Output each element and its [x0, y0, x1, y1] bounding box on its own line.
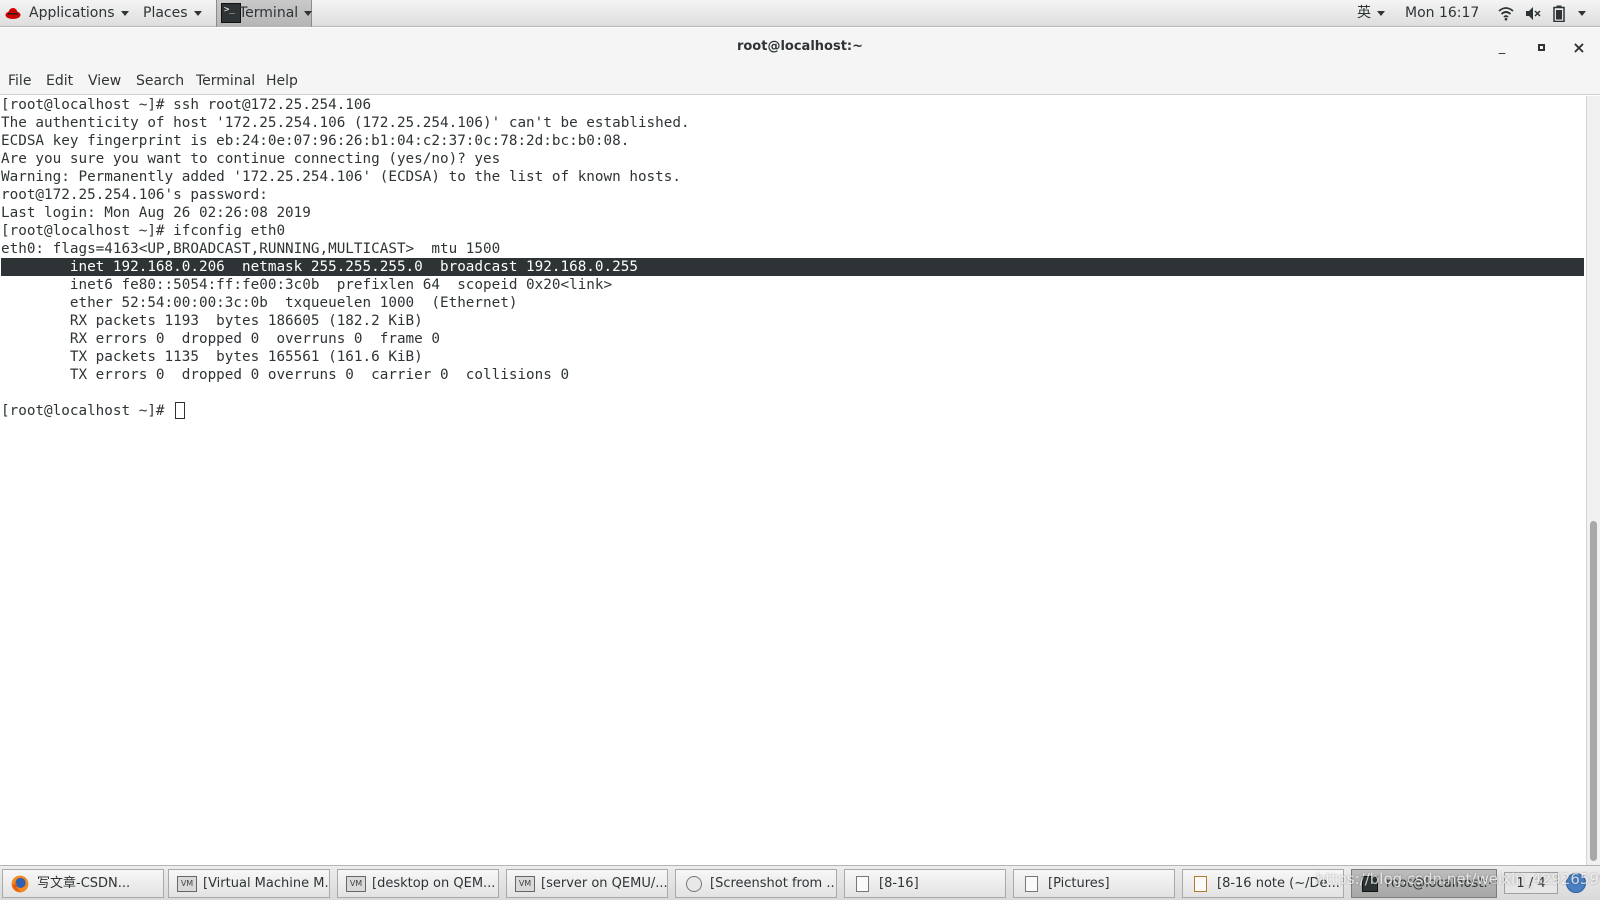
volume-muted-icon[interactable]	[1525, 6, 1542, 21]
menu-search[interactable]: Search	[136, 73, 184, 91]
applications-label: Applications	[29, 5, 115, 21]
input-method-label: 英	[1357, 5, 1371, 21]
terminal-line: root@172.25.254.106's password:	[1, 187, 268, 203]
text-editor-icon	[1194, 876, 1207, 892]
terminal-line: TX packets 1135 bytes 165561 (161.6 KiB)	[1, 349, 423, 365]
terminal-line: inet6 fe80::5054:ff:fe00:3c0b prefixlen …	[1, 277, 613, 293]
terminal-line: RX packets 1193 bytes 186605 (182.2 KiB)	[1, 313, 423, 329]
terminal-icon: >_	[221, 3, 241, 23]
chevron-down-icon	[120, 10, 129, 16]
image-viewer-icon	[686, 876, 702, 892]
task-screenshot[interactable]: [Screenshot from ...	[675, 869, 837, 898]
clock[interactable]: Mon 16:17	[1405, 0, 1479, 27]
menu-file[interactable]: File	[8, 73, 31, 91]
menu-help[interactable]: Help	[266, 73, 298, 91]
terminal-prompt: [root@localhost ~]#	[1, 403, 174, 419]
terminal-line: ECDSA key fingerprint is eb:24:0e:07:96:…	[1, 133, 630, 149]
terminal-line: [root@localhost ~]# ifconfig eth0	[1, 223, 286, 239]
terminal-line: Are you sure you want to continue connec…	[1, 151, 501, 167]
window-title-bar[interactable]: root@localhost:~ _ ×	[0, 28, 1600, 68]
menu-terminal[interactable]: Terminal	[196, 73, 255, 91]
terminal-line: ether 52:54:00:00:3c:0b txqueuelen 1000 …	[1, 295, 518, 311]
task-firefox[interactable]: 写文章-CSDN...	[2, 869, 164, 898]
chevron-down-icon	[193, 10, 202, 16]
task-desktop-vm[interactable]: VM [desktop on QEM...	[337, 869, 499, 898]
task-label: 写文章-CSDN...	[37, 876, 131, 891]
chevron-down-icon	[304, 10, 313, 16]
terminal-line: Last login: Mon Aug 26 02:26:08 2019	[1, 205, 311, 221]
task-label: [Screenshot from ...	[710, 876, 837, 891]
maximize-icon	[1537, 44, 1545, 51]
menu-edit[interactable]: Edit	[46, 73, 73, 91]
task-label: [Virtual Machine M...	[203, 876, 330, 891]
terminal-line: The authenticity of host '172.25.254.106…	[1, 115, 690, 131]
system-menu-chevron-icon[interactable]	[1578, 11, 1586, 16]
file-manager-icon	[1025, 876, 1038, 892]
chevron-down-icon	[1377, 10, 1385, 16]
task-label: [server on QEMU/...	[541, 876, 668, 891]
top-panel: Applications Places >_ Terminal 英 Mon 16…	[0, 0, 1600, 27]
virt-manager-icon: VM	[346, 876, 366, 892]
terminal-line: TX errors 0 dropped 0 overruns 0 carrier…	[1, 367, 570, 383]
menu-view[interactable]: View	[88, 73, 121, 91]
wifi-icon[interactable]	[1498, 6, 1514, 21]
terminal-prompt-line[interactable]: [root@localhost ~]#	[1, 402, 1584, 420]
terminal-app-label: Terminal	[239, 5, 299, 21]
terminal-app-menu[interactable]: >_ Terminal	[216, 0, 313, 27]
minimize-button[interactable]: _	[1491, 37, 1513, 59]
terminal-line: Warning: Permanently added '172.25.254.1…	[1, 169, 681, 185]
virt-manager-icon: VM	[177, 876, 197, 892]
terminal-line: RX errors 0 dropped 0 overruns 0 frame 0	[1, 331, 440, 347]
scrollbar-thumb[interactable]	[1590, 521, 1597, 861]
task-virtual-machine-manager[interactable]: VM [Virtual Machine M...	[168, 869, 330, 898]
places-label: Places	[143, 5, 188, 21]
firefox-icon	[11, 875, 29, 893]
places-menu[interactable]: Places	[143, 0, 202, 27]
terminal-line: [root@localhost ~]# ssh root@172.25.254.…	[1, 97, 372, 113]
maximize-button[interactable]	[1530, 37, 1552, 59]
task-server-vm[interactable]: VM [server on QEMU/...	[506, 869, 668, 898]
battery-icon[interactable]	[1553, 5, 1565, 22]
terminal-scrollbar[interactable]	[1586, 96, 1600, 865]
applications-menu[interactable]: Applications	[29, 0, 129, 27]
virt-manager-icon: VM	[515, 876, 535, 892]
task-folder-pictures[interactable]: [Pictures]	[1013, 869, 1175, 898]
terminal-line-selected[interactable]: inet 192.168.0.206 netmask 255.255.255.0…	[1, 258, 1584, 276]
close-button[interactable]: ×	[1568, 37, 1590, 59]
input-method-indicator[interactable]: 英	[1357, 0, 1385, 27]
file-manager-icon	[856, 876, 869, 892]
watermark: https://blog.csdn.net/weixin_42926599	[1316, 870, 1600, 888]
clock-label: Mon 16:17	[1405, 5, 1480, 21]
redhat-logo-icon[interactable]	[5, 5, 21, 21]
terminal-output[interactable]: [root@localhost ~]# ssh root@172.25.254.…	[0, 96, 1584, 865]
window-title: root@localhost:~	[736, 39, 864, 54]
task-label: [Pictures]	[1048, 876, 1110, 891]
menu-bar: File Edit View Search Terminal Help	[0, 68, 1600, 95]
task-folder-8-16[interactable]: [8-16]	[844, 869, 1006, 898]
terminal-line: eth0: flags=4163<UP,BROADCAST,RUNNING,MU…	[1, 241, 501, 257]
terminal-cursor	[175, 402, 186, 419]
task-label: [8-16]	[879, 876, 919, 891]
task-label: [desktop on QEM...	[372, 876, 496, 891]
